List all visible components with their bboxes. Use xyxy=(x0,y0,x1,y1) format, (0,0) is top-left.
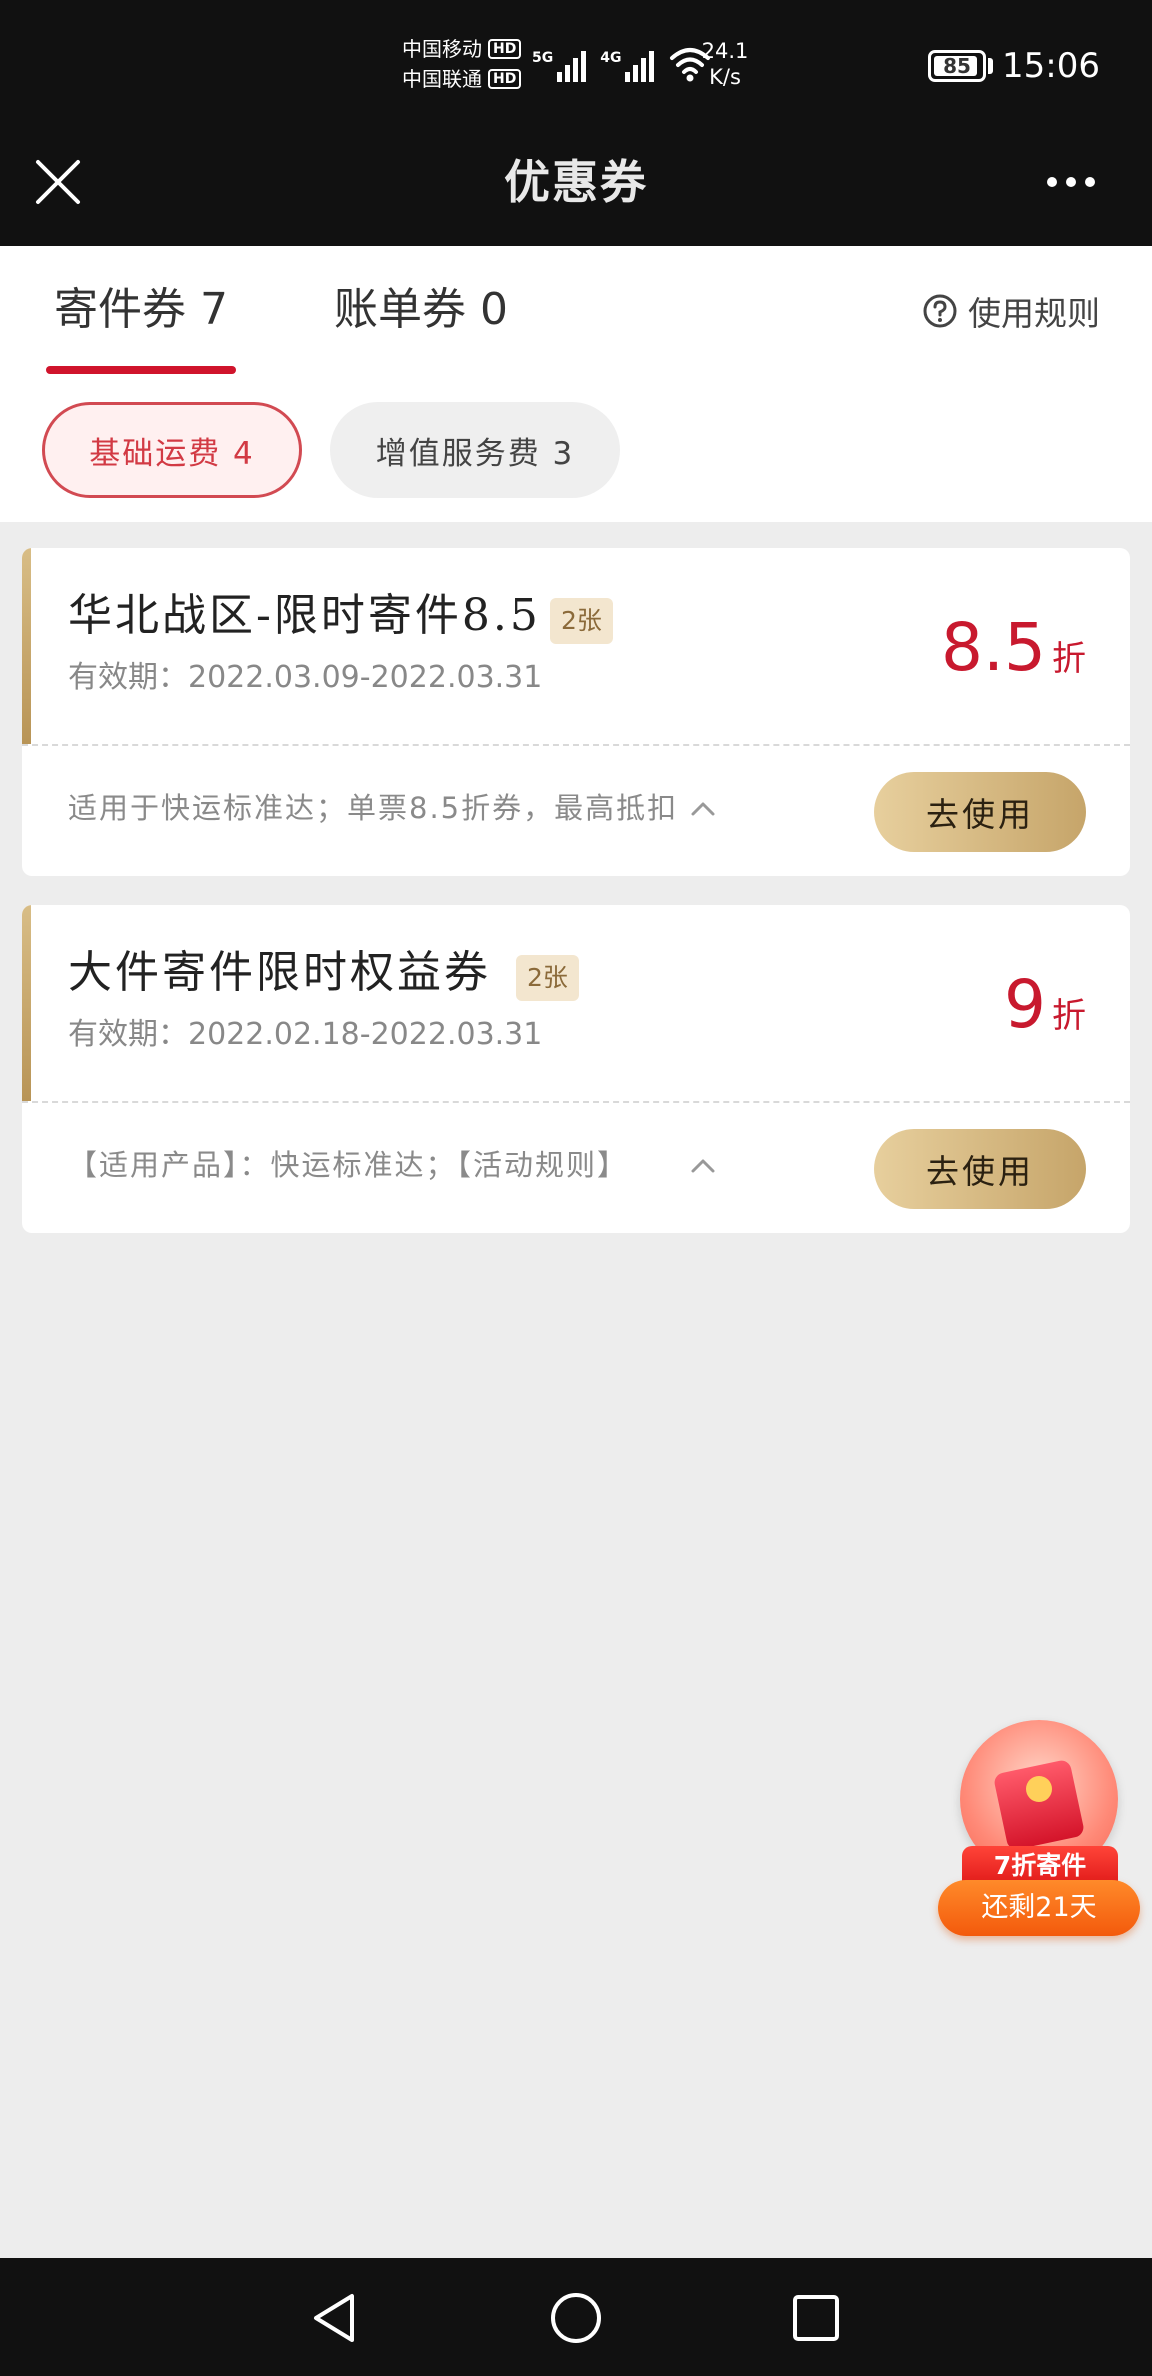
more-icon[interactable] xyxy=(1036,162,1106,202)
chevron-up-icon[interactable] xyxy=(686,1149,720,1183)
coupon-card: 大件寄件限时权益券 2张 有效期：2022.02.18-2022.03.31 9… xyxy=(22,905,1130,1233)
card-divider xyxy=(22,1101,1130,1103)
red-envelope-icon xyxy=(992,1758,1086,1852)
filter-basic-fee[interactable]: 基础运费 4 xyxy=(42,402,302,498)
coupon-description: 适用于快运标准达；单票8.5折券，最高抵扣 xyxy=(68,791,679,825)
tab-bill-coupons[interactable]: 账单券 0 xyxy=(334,280,508,340)
carrier-1: 中国移动 xyxy=(402,37,482,61)
coupon-name: 华北战区-限时寄件8.5 xyxy=(68,590,541,641)
net-tag-4g: 4G xyxy=(600,50,622,66)
battery-icon: 85 xyxy=(928,50,986,82)
help-icon xyxy=(923,294,957,328)
coupon-description: 【适用产品】：快运标准达；【活动规则】 xyxy=(68,1148,629,1182)
filter-value-added-fee[interactable]: 增值服务费 3 xyxy=(330,402,620,498)
carrier-info: 中国移动 HD 中国联通 HD xyxy=(402,34,522,94)
card-accent xyxy=(22,905,31,1101)
signal-indicators: 5G 4G xyxy=(532,40,712,86)
use-coupon-button[interactable]: 去使用 xyxy=(874,772,1086,852)
coupon-discount: 8.5 折 xyxy=(941,608,1086,688)
coupon-card: 华北战区-限时寄件8.5 2张 有效期：2022.03.09-2022.03.3… xyxy=(22,548,1130,876)
speed-unit: K/s xyxy=(709,65,741,89)
promo-days-left: 还剩21天 xyxy=(938,1880,1140,1936)
discount-value: 9 xyxy=(1004,966,1046,1043)
title-bar: 优惠券 xyxy=(0,132,1152,246)
back-icon[interactable] xyxy=(308,2290,364,2346)
coupon-validity: 有效期：2022.03.09-2022.03.31 xyxy=(68,660,543,695)
coupon-validity: 有效期：2022.02.18-2022.03.31 xyxy=(68,1017,543,1052)
clock: 15:06 xyxy=(1002,46,1100,86)
home-icon[interactable] xyxy=(548,2290,604,2346)
system-nav-bar xyxy=(0,2258,1152,2376)
status-bar: 中国移动 HD 中国联通 HD 5G 4G 24.1 K/s 85 15:06 xyxy=(0,0,1152,132)
usage-rules-link[interactable]: 使用规则 xyxy=(922,288,1100,334)
card-divider xyxy=(22,744,1130,746)
hd-badge: HD xyxy=(488,39,522,59)
coupon-count-badge: 2张 xyxy=(516,955,579,1001)
usage-rules-label: 使用规则 xyxy=(968,294,1100,333)
coupon-discount: 9 折 xyxy=(1004,965,1086,1045)
recents-icon[interactable] xyxy=(788,2290,844,2346)
promo-floating-badge[interactable]: 7折寄件 还剩21天 xyxy=(938,1716,1140,1936)
hd-badge: HD xyxy=(488,69,522,89)
page-title: 优惠券 xyxy=(504,155,648,209)
discount-unit: 折 xyxy=(1052,639,1086,679)
net-tag-5g: 5G xyxy=(532,50,554,66)
envelope-seal xyxy=(1026,1776,1052,1802)
network-speed: 24.1 K/s xyxy=(700,38,750,90)
card-accent xyxy=(22,548,31,744)
use-coupon-button[interactable]: 去使用 xyxy=(874,1129,1086,1209)
signal-icon xyxy=(625,46,655,82)
coupon-name: 大件寄件限时权益券 xyxy=(68,947,491,998)
discount-value: 8.5 xyxy=(941,609,1046,686)
battery-level: 85 xyxy=(943,54,971,78)
carrier-2: 中国联通 xyxy=(402,67,482,91)
speed-value: 24.1 xyxy=(701,39,749,63)
tabs-panel: 寄件券 7 账单券 0 使用规则 基础运费 4 增值服务费 3 xyxy=(0,246,1152,522)
chevron-up-icon[interactable] xyxy=(686,792,720,826)
active-tab-indicator xyxy=(46,366,236,374)
tab-shipping-coupons[interactable]: 寄件券 7 xyxy=(54,280,228,340)
discount-unit: 折 xyxy=(1052,996,1086,1036)
signal-icon xyxy=(557,46,587,82)
coupon-count-badge: 2张 xyxy=(550,598,613,644)
